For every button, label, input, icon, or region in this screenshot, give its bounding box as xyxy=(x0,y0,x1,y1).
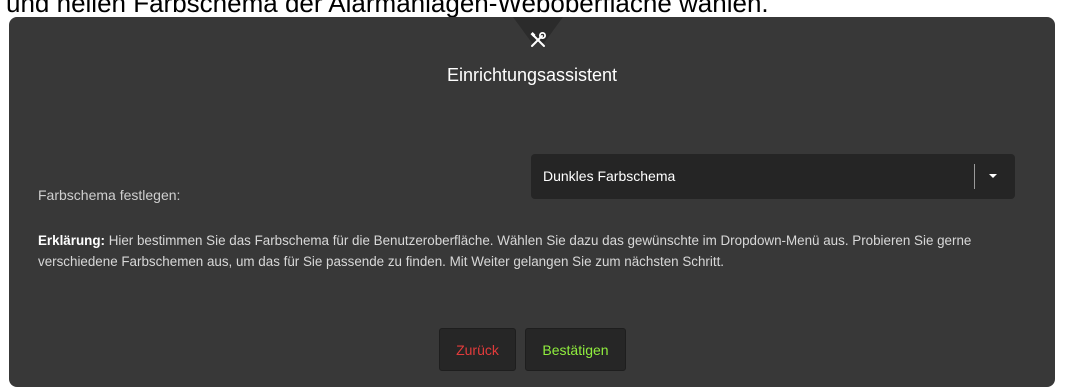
color-scheme-selected-value: Dunkles Farbschema xyxy=(543,168,676,184)
explanation-text: Erklärung: Hier bestimmen Sie das Farbsc… xyxy=(38,230,1028,272)
back-button[interactable]: Zurück xyxy=(439,328,516,371)
color-scheme-label: Farbschema festlegen: xyxy=(38,187,181,203)
color-scheme-dropdown[interactable]: Dunkles Farbschema xyxy=(531,154,1015,199)
explanation-body: Hier bestimmen Sie das Farbschema für di… xyxy=(38,233,972,269)
explanation-heading: Erklärung: xyxy=(38,233,105,248)
wizard-title: Einrichtungsassistent xyxy=(446,65,618,85)
confirm-button[interactable]: Bestätigen xyxy=(525,328,626,371)
setup-wizard-panel: Einrichtungsassistent Farbschema festleg… xyxy=(9,17,1055,387)
page-caption: und hellen Farbschema der Alarmanlagen-W… xyxy=(6,0,769,18)
caret-down-icon[interactable] xyxy=(989,174,997,178)
dropdown-divider xyxy=(974,164,975,189)
tools-icon xyxy=(530,32,546,47)
